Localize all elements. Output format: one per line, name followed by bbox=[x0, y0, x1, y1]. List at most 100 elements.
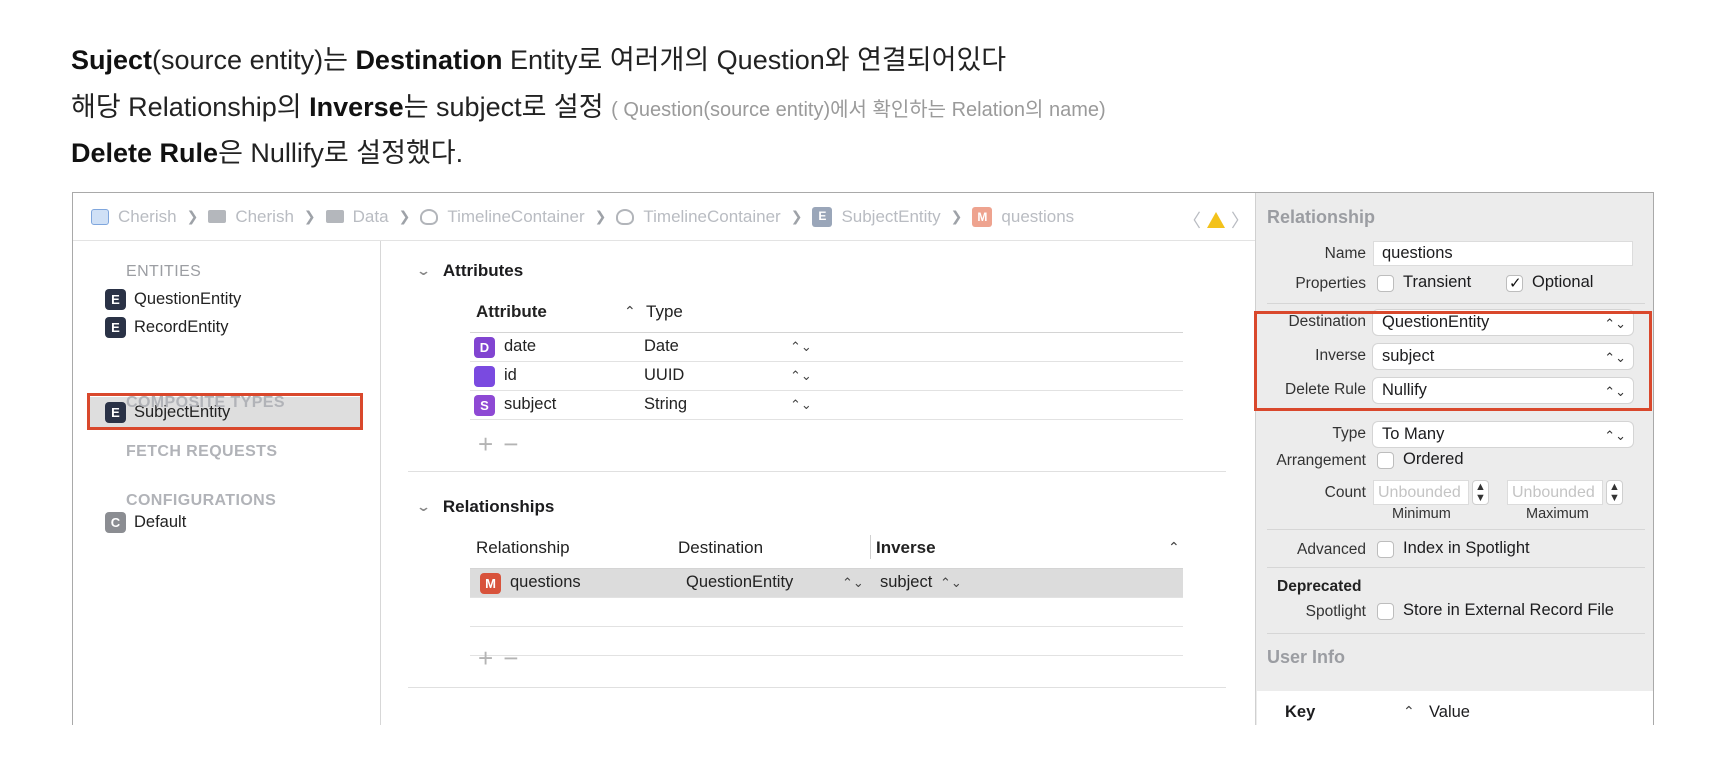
destination-column-header[interactable]: Destination bbox=[678, 538, 763, 558]
name-field[interactable]: questions bbox=[1373, 241, 1633, 266]
attribute-name[interactable]: id bbox=[504, 366, 517, 385]
entity-item-record[interactable]: E RecordEntity bbox=[105, 312, 366, 342]
store-external-label: Store in External Record File bbox=[1403, 601, 1614, 619]
type-select[interactable]: To Many ⌃⌄ bbox=[1373, 422, 1633, 447]
index-spotlight-checkbox[interactable] bbox=[1377, 541, 1394, 558]
relationship-inverse-select[interactable]: subject bbox=[880, 573, 932, 592]
attribute-row[interactable]: D date Date ⌃⌄ bbox=[470, 333, 1183, 362]
minimum-stepper[interactable]: ▲ ▼ bbox=[1472, 480, 1489, 505]
caption-text: (source entity)는 bbox=[152, 45, 356, 75]
inspector-divider bbox=[1267, 529, 1645, 530]
value-column-header[interactable]: Value bbox=[1429, 703, 1470, 722]
uuid-type-icon bbox=[474, 366, 495, 387]
index-spotlight-label: Index in Spotlight bbox=[1403, 539, 1530, 557]
add-attribute-button[interactable]: + bbox=[478, 429, 503, 459]
chevron-right-icon: ❯ bbox=[186, 208, 199, 224]
inverse-column-header[interactable]: Inverse bbox=[876, 538, 936, 558]
breadcrumb-model[interactable]: TimelineContainer bbox=[616, 207, 781, 227]
deprecated-label: Deprecated bbox=[1277, 578, 1362, 595]
minimum-label: Minimum bbox=[1392, 506, 1451, 522]
maximum-stepper[interactable]: ▲ ▼ bbox=[1606, 480, 1623, 505]
entity-list-sidebar: ENTITIES E QuestionEntity E RecordEntity E… bbox=[73, 241, 381, 725]
entity-icon: E bbox=[812, 206, 833, 227]
count-maximum-field[interactable]: Unbounded bbox=[1507, 480, 1603, 505]
checkmark-icon: ✓ bbox=[1509, 275, 1522, 292]
select-arrows-icon: ⌃⌄ bbox=[940, 575, 962, 590]
remove-attribute-button[interactable]: − bbox=[503, 429, 528, 459]
type-label: Type bbox=[1332, 425, 1366, 442]
optional-checkbox[interactable]: ✓ bbox=[1506, 275, 1523, 292]
attributes-section-toggle[interactable]: ⌄ Attributes bbox=[416, 261, 523, 281]
remove-relationship-button[interactable]: − bbox=[503, 643, 528, 673]
relationship-column-header[interactable]: Relationship bbox=[476, 538, 570, 558]
entity-label: RecordEntity bbox=[134, 317, 229, 336]
attribute-type-select[interactable]: String bbox=[644, 395, 687, 414]
breadcrumb-folder[interactable]: Cherish bbox=[208, 207, 294, 227]
attributes-table: Attribute ⌃ Type D date Date ⌃⌄ id UUID … bbox=[470, 291, 1183, 420]
store-external-checkbox[interactable] bbox=[1377, 603, 1394, 620]
breadcrumb-label: TimelineContainer bbox=[447, 206, 585, 226]
section-divider bbox=[408, 687, 1226, 688]
user-info-table-header: Key ⌃ Value bbox=[1257, 691, 1653, 725]
breadcrumb: Cherish ❯ Cherish ❯ Data ❯ TimelineConta… bbox=[73, 193, 1255, 241]
inspector-title: Relationship bbox=[1267, 207, 1376, 227]
relationship-row-selected[interactable]: M questions QuestionEntity ⌃⌄ subject ⌃⌄ bbox=[470, 569, 1183, 598]
chevron-right-icon: ❯ bbox=[950, 208, 963, 224]
select-arrows-icon: ⌃⌄ bbox=[790, 339, 812, 354]
relationship-name[interactable]: questions bbox=[510, 573, 581, 592]
chevron-down-icon: ⌄ bbox=[415, 499, 432, 514]
empty-row bbox=[470, 598, 1183, 627]
breadcrumb-entity[interactable]: E SubjectEntity bbox=[812, 206, 941, 227]
count-minimum-field[interactable]: Unbounded bbox=[1373, 480, 1469, 505]
type-column-header[interactable]: Type bbox=[646, 302, 683, 322]
xcode-model-editor-window: Cherish ❯ Cherish ❯ Data ❯ TimelineConta… bbox=[72, 192, 1654, 725]
string-type-icon: S bbox=[474, 395, 495, 416]
configuration-item-default[interactable]: C Default bbox=[105, 507, 366, 537]
breadcrumb-relationship[interactable]: Mquestions bbox=[972, 206, 1074, 227]
attribute-type-select[interactable]: Date bbox=[644, 337, 679, 356]
breadcrumb-label: Cherish bbox=[235, 206, 294, 226]
chevron-right-icon: ❯ bbox=[303, 208, 316, 224]
properties-label: Properties bbox=[1295, 275, 1366, 292]
advanced-label: Advanced bbox=[1297, 541, 1366, 558]
spotlight-label: Spotlight bbox=[1305, 603, 1366, 620]
entity-icon: E bbox=[105, 288, 126, 310]
fetch-requests-header[interactable]: FETCH REQUESTS bbox=[126, 443, 277, 461]
date-type-icon: D bbox=[474, 337, 495, 358]
relationship-destination-select[interactable]: QuestionEntity bbox=[686, 573, 793, 592]
attribute-name[interactable]: subject bbox=[504, 395, 556, 414]
attribute-name[interactable]: date bbox=[504, 337, 536, 356]
section-divider bbox=[408, 471, 1226, 472]
empty-row bbox=[470, 627, 1183, 656]
data-model-icon bbox=[420, 208, 439, 225]
user-info-title: User Info bbox=[1267, 647, 1346, 667]
ordered-checkbox[interactable] bbox=[1377, 452, 1394, 469]
attribute-row[interactable]: S subject String ⌃⌄ bbox=[470, 391, 1183, 420]
warning-icon[interactable] bbox=[1207, 212, 1225, 228]
column-divider bbox=[870, 535, 871, 559]
breadcrumb-model-bundle[interactable]: TimelineContainer bbox=[420, 206, 585, 227]
relationships-title: Relationships bbox=[442, 497, 555, 516]
relationships-section-toggle[interactable]: ⌄ Relationships bbox=[415, 497, 555, 517]
caption-text: 은 Nullify로 설정했다. bbox=[218, 138, 464, 168]
breadcrumb-label: Cherish bbox=[118, 206, 177, 226]
chevron-left-icon[interactable]: 〈 bbox=[1183, 207, 1201, 233]
caption-bold: Destination bbox=[355, 45, 503, 75]
attribute-type-select[interactable]: UUID bbox=[644, 366, 684, 385]
chevron-right-icon[interactable]: 〉 bbox=[1231, 207, 1249, 233]
transient-checkbox[interactable] bbox=[1377, 275, 1394, 292]
entities-header: ENTITIES bbox=[126, 263, 202, 280]
attribute-row[interactable]: id UUID ⌃⌄ bbox=[470, 362, 1183, 391]
attribute-column-header[interactable]: Attribute bbox=[476, 302, 547, 322]
caption-text: Entity로 여러개의 Question와 연결되어있다 bbox=[502, 45, 1007, 75]
entity-icon: E bbox=[105, 316, 126, 338]
chevron-right-icon: ❯ bbox=[398, 208, 411, 224]
key-column-header[interactable]: Key bbox=[1285, 703, 1315, 722]
breadcrumb-folder-data[interactable]: Data bbox=[325, 207, 389, 227]
add-relationship-button[interactable]: + bbox=[478, 643, 503, 673]
composite-types-header[interactable]: COMPOSITE TYPES bbox=[126, 394, 285, 412]
maximum-label: Maximum bbox=[1526, 506, 1589, 522]
name-label: Name bbox=[1324, 245, 1366, 262]
breadcrumb-project[interactable]: Cherish bbox=[91, 207, 177, 227]
entity-item-question[interactable]: E QuestionEntity bbox=[105, 284, 366, 314]
